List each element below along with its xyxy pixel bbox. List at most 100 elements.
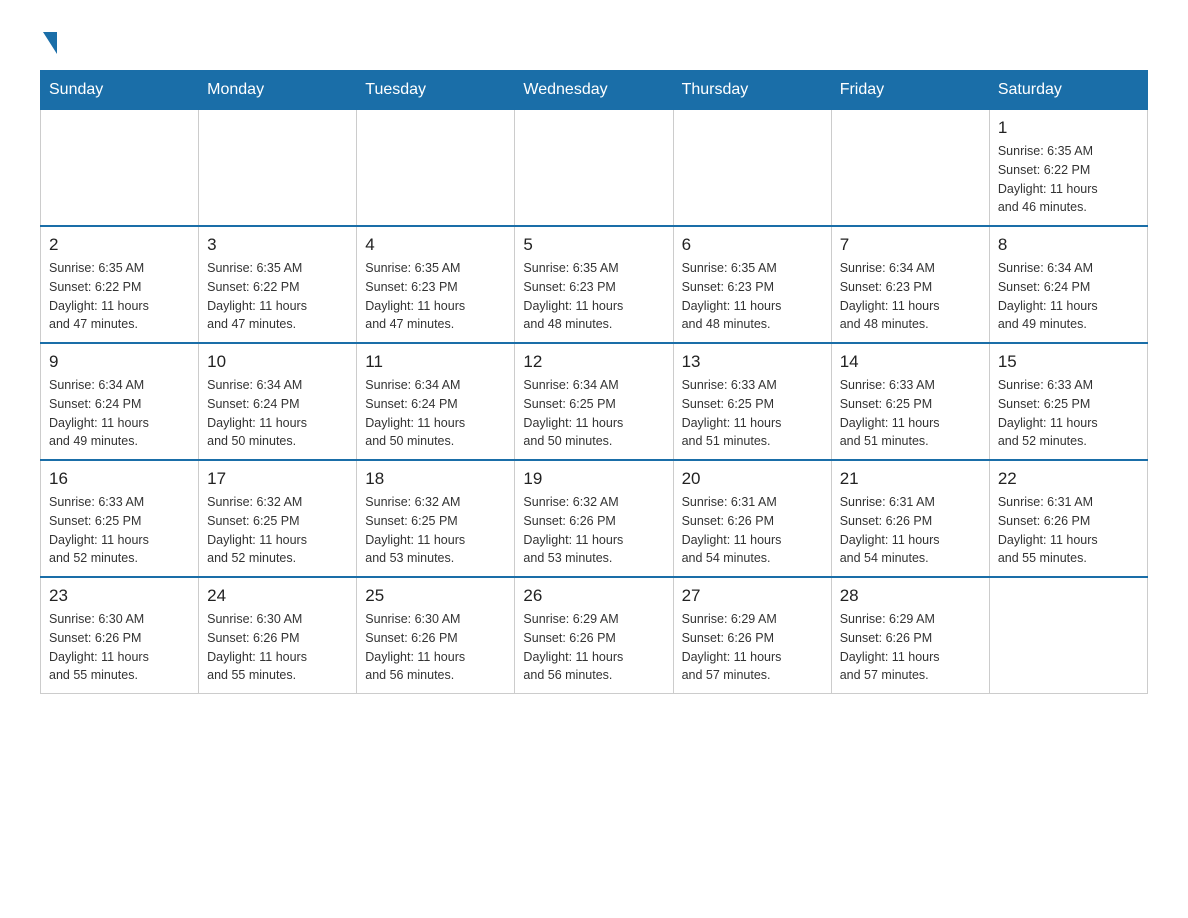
calendar-cell: 13 Sunrise: 6:33 AM Sunset: 6:25 PM Dayli… [673,343,831,460]
calendar-cell: 21 Sunrise: 6:31 AM Sunset: 6:26 PM Dayli… [831,460,989,577]
day-info: Sunrise: 6:29 AM Sunset: 6:26 PM Dayligh… [840,610,981,685]
day-number: 10 [207,352,348,372]
day-number: 18 [365,469,506,489]
calendar-cell: 11Sunrise: 6:34 AM Sunset: 6:24 PM Dayli… [357,343,515,460]
day-info: Sunrise: 6:30 AM Sunset: 6:26 PM Dayligh… [49,610,190,685]
day-info: Sunrise: 6:29 AM Sunset: 6:26 PM Dayligh… [682,610,823,685]
day-number: 7 [840,235,981,255]
calendar-cell: 17 Sunrise: 6:32 AM Sunset: 6:25 PM Dayli… [199,460,357,577]
day-number: 4 [365,235,506,255]
day-number: 26 [523,586,664,606]
calendar-cell: 20 Sunrise: 6:31 AM Sunset: 6:26 PM Dayli… [673,460,831,577]
day-number: 6 [682,235,823,255]
day-number: 11 [365,352,506,372]
weekday-header-sunday: Sunday [41,71,199,110]
calendar-week-row: 16Sunrise: 6:33 AM Sunset: 6:25 PM Dayli… [41,460,1148,577]
day-number: 20 [682,469,823,489]
day-info: Sunrise: 6:32 AM Sunset: 6:25 PM Dayligh… [207,493,348,568]
day-number: 9 [49,352,190,372]
calendar-cell: 12 Sunrise: 6:34 AM Sunset: 6:25 PM Dayli… [515,343,673,460]
calendar-table: SundayMondayTuesdayWednesdayThursdayFrid… [40,70,1148,694]
calendar-cell: 5 Sunrise: 6:35 AM Sunset: 6:23 PM Daylig… [515,226,673,343]
day-number: 15 [998,352,1139,372]
calendar-cell: 1 Sunrise: 6:35 AM Sunset: 6:22 PM Daylig… [989,110,1147,227]
weekday-header-friday: Friday [831,71,989,110]
page-header [40,30,1148,50]
day-info: Sunrise: 6:33 AM Sunset: 6:25 PM Dayligh… [840,376,981,451]
calendar-cell: 14 Sunrise: 6:33 AM Sunset: 6:25 PM Dayli… [831,343,989,460]
calendar-cell: 26Sunrise: 6:29 AM Sunset: 6:26 PM Dayli… [515,577,673,694]
day-number: 12 [523,352,664,372]
day-info: Sunrise: 6:34 AM Sunset: 6:24 PM Dayligh… [998,259,1139,334]
day-info: Sunrise: 6:35 AM Sunset: 6:23 PM Dayligh… [365,259,506,334]
calendar-cell: 28 Sunrise: 6:29 AM Sunset: 6:26 PM Dayli… [831,577,989,694]
weekday-header-saturday: Saturday [989,71,1147,110]
day-number: 2 [49,235,190,255]
calendar-cell: 7Sunrise: 6:34 AM Sunset: 6:23 PM Daylig… [831,226,989,343]
calendar-week-row: 9 Sunrise: 6:34 AM Sunset: 6:24 PM Daylig… [41,343,1148,460]
day-number: 13 [682,352,823,372]
calendar-cell: 9 Sunrise: 6:34 AM Sunset: 6:24 PM Daylig… [41,343,199,460]
calendar-cell: 4 Sunrise: 6:35 AM Sunset: 6:23 PM Daylig… [357,226,515,343]
weekday-header-monday: Monday [199,71,357,110]
day-info: Sunrise: 6:31 AM Sunset: 6:26 PM Dayligh… [840,493,981,568]
day-number: 28 [840,586,981,606]
day-number: 3 [207,235,348,255]
day-info: Sunrise: 6:31 AM Sunset: 6:26 PM Dayligh… [682,493,823,568]
calendar-cell: 19 Sunrise: 6:32 AM Sunset: 6:26 PM Dayli… [515,460,673,577]
calendar-cell [199,110,357,227]
day-number: 8 [998,235,1139,255]
calendar-week-row: 2 Sunrise: 6:35 AM Sunset: 6:22 PM Daylig… [41,226,1148,343]
day-info: Sunrise: 6:33 AM Sunset: 6:25 PM Dayligh… [998,376,1139,451]
calendar-cell [831,110,989,227]
calendar-cell: 15 Sunrise: 6:33 AM Sunset: 6:25 PM Dayli… [989,343,1147,460]
day-number: 17 [207,469,348,489]
day-number: 19 [523,469,664,489]
weekday-header-tuesday: Tuesday [357,71,515,110]
calendar-cell: 18 Sunrise: 6:32 AM Sunset: 6:25 PM Dayli… [357,460,515,577]
calendar-cell: 6 Sunrise: 6:35 AM Sunset: 6:23 PM Daylig… [673,226,831,343]
calendar-week-row: 1 Sunrise: 6:35 AM Sunset: 6:22 PM Daylig… [41,110,1148,227]
calendar-cell: 27 Sunrise: 6:29 AM Sunset: 6:26 PM Dayli… [673,577,831,694]
day-number: 24 [207,586,348,606]
day-info: Sunrise: 6:32 AM Sunset: 6:25 PM Dayligh… [365,493,506,568]
day-info: Sunrise: 6:35 AM Sunset: 6:23 PM Dayligh… [523,259,664,334]
calendar-header-row: SundayMondayTuesdayWednesdayThursdayFrid… [41,71,1148,110]
day-number: 1 [998,118,1139,138]
day-number: 14 [840,352,981,372]
calendar-cell [515,110,673,227]
day-info: Sunrise: 6:34 AM Sunset: 6:25 PM Dayligh… [523,376,664,451]
day-info: Sunrise: 6:33 AM Sunset: 6:25 PM Dayligh… [682,376,823,451]
day-number: 21 [840,469,981,489]
day-info: Sunrise: 6:33 AM Sunset: 6:25 PM Dayligh… [49,493,190,568]
day-info: Sunrise: 6:35 AM Sunset: 6:22 PM Dayligh… [207,259,348,334]
logo [40,30,57,50]
calendar-cell: 2 Sunrise: 6:35 AM Sunset: 6:22 PM Daylig… [41,226,199,343]
day-info: Sunrise: 6:35 AM Sunset: 6:22 PM Dayligh… [998,142,1139,217]
calendar-cell: 8 Sunrise: 6:34 AM Sunset: 6:24 PM Daylig… [989,226,1147,343]
calendar-cell: 25 Sunrise: 6:30 AM Sunset: 6:26 PM Dayli… [357,577,515,694]
calendar-cell [357,110,515,227]
calendar-cell: 24 Sunrise: 6:30 AM Sunset: 6:26 PM Dayli… [199,577,357,694]
day-info: Sunrise: 6:32 AM Sunset: 6:26 PM Dayligh… [523,493,664,568]
day-info: Sunrise: 6:31 AM Sunset: 6:26 PM Dayligh… [998,493,1139,568]
day-info: Sunrise: 6:30 AM Sunset: 6:26 PM Dayligh… [207,610,348,685]
calendar-cell: 23Sunrise: 6:30 AM Sunset: 6:26 PM Dayli… [41,577,199,694]
calendar-cell [673,110,831,227]
day-info: Sunrise: 6:35 AM Sunset: 6:22 PM Dayligh… [49,259,190,334]
calendar-cell: 16Sunrise: 6:33 AM Sunset: 6:25 PM Dayli… [41,460,199,577]
calendar-cell: 3 Sunrise: 6:35 AM Sunset: 6:22 PM Daylig… [199,226,357,343]
day-info: Sunrise: 6:30 AM Sunset: 6:26 PM Dayligh… [365,610,506,685]
calendar-cell [41,110,199,227]
calendar-cell: 10Sunrise: 6:34 AM Sunset: 6:24 PM Dayli… [199,343,357,460]
day-number: 5 [523,235,664,255]
day-number: 25 [365,586,506,606]
calendar-cell: 22Sunrise: 6:31 AM Sunset: 6:26 PM Dayli… [989,460,1147,577]
calendar-cell [989,577,1147,694]
calendar-week-row: 23Sunrise: 6:30 AM Sunset: 6:26 PM Dayli… [41,577,1148,694]
day-info: Sunrise: 6:35 AM Sunset: 6:23 PM Dayligh… [682,259,823,334]
logo-triangle-icon [43,32,57,54]
day-number: 27 [682,586,823,606]
weekday-header-thursday: Thursday [673,71,831,110]
day-info: Sunrise: 6:34 AM Sunset: 6:24 PM Dayligh… [49,376,190,451]
